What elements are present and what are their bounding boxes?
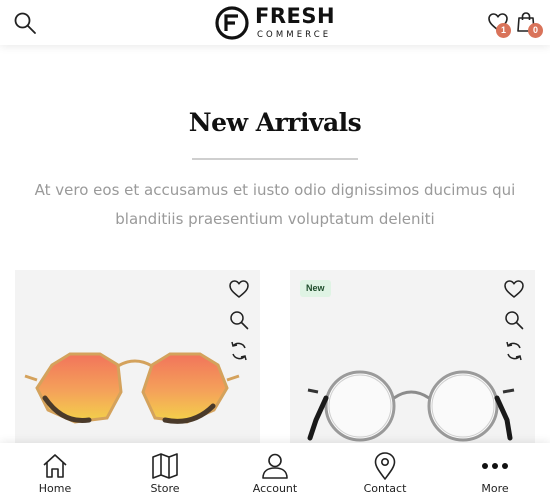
orange-sunglasses-image[interactable]	[15, 270, 260, 460]
product-actions	[228, 278, 250, 371]
wire-eyeglasses-image[interactable]	[290, 270, 535, 460]
heart-icon[interactable]	[228, 278, 250, 300]
heart-icon[interactable]	[503, 278, 525, 300]
search-icon[interactable]	[12, 10, 38, 36]
new-badge: New	[300, 280, 331, 297]
logo-title: FRESH	[255, 4, 336, 28]
brand-logo[interactable]: FRESH COMMERCE	[214, 3, 344, 43]
more-dots-icon	[482, 463, 508, 469]
title-divider	[192, 158, 358, 160]
compare-icon[interactable]	[228, 340, 250, 362]
product-card[interactable]	[15, 270, 260, 460]
user-icon	[262, 453, 288, 479]
nav-label-more: More	[481, 482, 509, 495]
nav-item-contact[interactable]: Contact	[330, 443, 440, 504]
logo-mark-icon	[215, 6, 249, 40]
map-icon	[152, 453, 178, 479]
section-title: New Arrivals	[188, 108, 362, 137]
nav-item-more[interactable]: More	[440, 443, 550, 504]
nav-label-contact: Contact	[363, 482, 407, 495]
nav-label-account: Account	[252, 482, 298, 495]
compare-icon[interactable]	[503, 340, 525, 362]
top-header: FRESH COMMERCE 1 0	[0, 0, 550, 45]
nav-item-store[interactable]: Store	[110, 443, 220, 504]
cart-count-badge: 0	[528, 23, 543, 38]
wishlist-count-badge: 1	[496, 23, 511, 38]
nav-label-home: Home	[38, 482, 72, 495]
location-pin-icon	[374, 452, 396, 480]
home-icon	[43, 454, 67, 478]
zoom-icon[interactable]	[503, 309, 525, 331]
logo-subtitle: COMMERCE	[257, 30, 332, 40]
bottom-nav: Home Store Account Contact More	[0, 443, 550, 504]
zoom-icon[interactable]	[228, 309, 250, 331]
nav-item-home[interactable]: Home	[0, 443, 110, 504]
nav-label-store: Store	[150, 482, 180, 495]
product-card[interactable]: New	[290, 270, 535, 460]
nav-item-account[interactable]: Account	[220, 443, 330, 504]
section-description: At vero eos et accusamus et iusto odio d…	[34, 181, 516, 228]
product-actions	[503, 278, 525, 371]
